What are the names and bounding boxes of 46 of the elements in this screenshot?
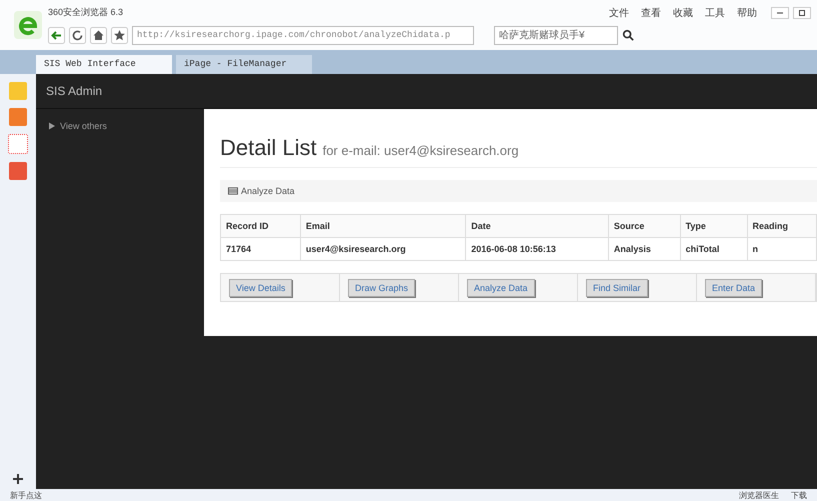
brand-title[interactable]: SIS Admin [46,84,102,98]
search-field[interactable]: 哈萨克斯赌球员手¥ [494,26,618,44]
status-text[interactable]: 新手点这 [10,490,42,500]
action-button[interactable]: View Details [229,279,292,297]
menu-item[interactable]: 文件 [609,6,629,20]
action-button[interactable]: Analyze Data [467,279,535,297]
action-button[interactable]: Enter Data [705,279,762,297]
status-item[interactable]: 下载 [791,490,807,500]
caret-icon[interactable] [48,122,56,130]
menu-item[interactable]: 帮助 [737,6,757,20]
column-header: Source [608,214,680,238]
menu-item[interactable]: 查看 [641,6,661,20]
column-header: Type [680,214,748,238]
browser-tab[interactable]: iPage - FileManager [176,55,312,74]
table-cell: Analysis [608,238,680,260]
back-button[interactable] [48,26,65,44]
table-cell: 2016-06-08 10:56:13 [466,238,608,260]
minimize-button[interactable] [771,6,789,18]
refresh-button[interactable] [69,26,86,44]
panel-title: Analyze Data [241,186,295,196]
action-button[interactable]: Draw Graphs [348,279,416,297]
table-cell: chiTotal [680,238,748,260]
restore-button[interactable] [793,6,811,18]
action-button[interactable]: Find Similar [586,279,648,297]
table-cell: 71764 [220,238,300,260]
browser-name: 360安全浏览器 6.3 [48,6,124,19]
page-title: Detail List [220,135,317,161]
address-field[interactable]: http://ksiresearchorg.ipage.com/chronobot/analyzeChidata.p [132,26,474,44]
add-button[interactable] [12,473,24,485]
table-cell: user4@ksiresearch.org [300,238,466,260]
column-header: Date [466,214,608,238]
page-subtitle: for e-mail: user4@ksiresearch.org [322,143,519,158]
menu-item[interactable]: 工具 [705,6,725,20]
home-button[interactable] [90,26,107,44]
sidebar-item[interactable]: View others [60,121,107,131]
column-header: Reading [747,214,816,238]
browser-tab[interactable]: SIS Web Interface [36,55,172,74]
search-icon[interactable] [622,29,634,41]
bookmark-button[interactable] [111,26,128,44]
column-header: Email [300,214,466,238]
menu-item[interactable]: 收藏 [673,6,693,20]
browser-logo-icon [14,11,42,39]
table-cell: n [747,238,816,260]
status-item[interactable]: 浏览器医生 [739,490,779,500]
column-header: Record ID [220,214,300,238]
table-icon [228,187,238,195]
